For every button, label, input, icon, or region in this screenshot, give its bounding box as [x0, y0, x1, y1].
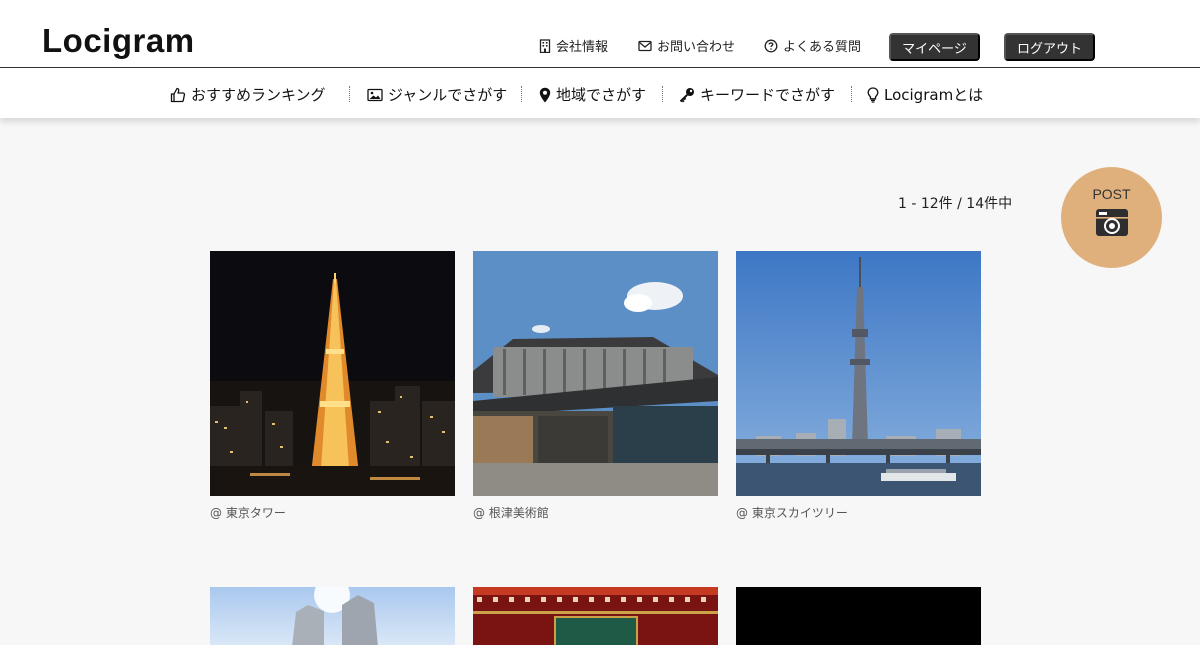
post-button[interactable]: POST [1061, 167, 1162, 268]
nav-ranking[interactable]: おすすめランキング [170, 84, 326, 105]
post-label: POST [1092, 186, 1131, 202]
contact-link[interactable]: お問い合わせ [638, 36, 735, 55]
map-pin-icon [539, 87, 551, 102]
spot-card[interactable] [736, 587, 981, 645]
spot-caption[interactable]: @ 根津美術館 [473, 504, 718, 521]
spot-card[interactable]: @ 根津美術館 [473, 251, 718, 521]
faq-label: よくある質問 [783, 40, 862, 55]
nav-divider [349, 86, 350, 102]
spot-card[interactable]: @ 東京タワー [210, 251, 455, 521]
nav-divider [662, 86, 663, 102]
nav-region-label: 地域でさがす [556, 86, 647, 104]
nav-keyword[interactable]: キーワードでさがす [679, 84, 835, 105]
nav-divider [521, 86, 522, 102]
image-icon [367, 88, 383, 101]
nav-region[interactable]: 地域でさがす [539, 84, 646, 105]
lightbulb-icon [867, 86, 879, 103]
spot-photo-tokyo-tower[interactable] [210, 251, 455, 496]
spot-card[interactable] [210, 587, 455, 645]
site-logo[interactable]: Locigram [42, 22, 195, 60]
spot-card[interactable]: @ 東京スカイツリー [736, 251, 981, 521]
main-nav: おすすめランキング ジャンルでさがす 地域でさがす キーワードでさがす Loci… [0, 68, 1200, 118]
building-icon [539, 38, 551, 53]
envelope-icon [638, 40, 652, 51]
mypage-button[interactable]: マイページ [889, 33, 980, 61]
spot-caption[interactable]: @ 東京タワー [210, 504, 455, 521]
camera-icon [1095, 209, 1128, 236]
logout-button[interactable]: ログアウト [1004, 33, 1095, 61]
spot-photo[interactable] [736, 587, 981, 645]
spot-caption[interactable]: @ 東京スカイツリー [736, 504, 981, 521]
nav-divider [851, 86, 852, 102]
spot-photo[interactable] [210, 587, 455, 645]
contact-label: お問い合わせ [657, 40, 736, 55]
key-icon [679, 87, 694, 103]
nav-ranking-label: おすすめランキング [191, 86, 326, 104]
spot-card[interactable] [473, 587, 718, 645]
spot-photo-nezu-museum[interactable] [473, 251, 718, 496]
faq-link[interactable]: よくある質問 [764, 36, 861, 55]
company-info-link[interactable]: 会社情報 [539, 36, 608, 55]
nav-about-label: Locigramとは [884, 86, 984, 104]
result-count: 1 - 12件 / 14件中 [898, 196, 1013, 212]
company-info-label: 会社情報 [556, 40, 609, 55]
nav-genre[interactable]: ジャンルでさがす [367, 84, 507, 105]
question-circle-icon [764, 39, 778, 52]
nav-keyword-label: キーワードでさがす [700, 86, 836, 104]
spot-photo[interactable] [473, 587, 718, 645]
nav-about[interactable]: Locigramとは [867, 84, 983, 105]
spot-photo-tokyo-skytree[interactable] [736, 251, 981, 496]
thumbs-up-icon [170, 87, 186, 102]
site-header: Locigram 会社情報 お問い合わせ よくある質問 マイページ ログアウト [0, 0, 1200, 68]
nav-genre-label: ジャンルでさがす [388, 86, 508, 104]
